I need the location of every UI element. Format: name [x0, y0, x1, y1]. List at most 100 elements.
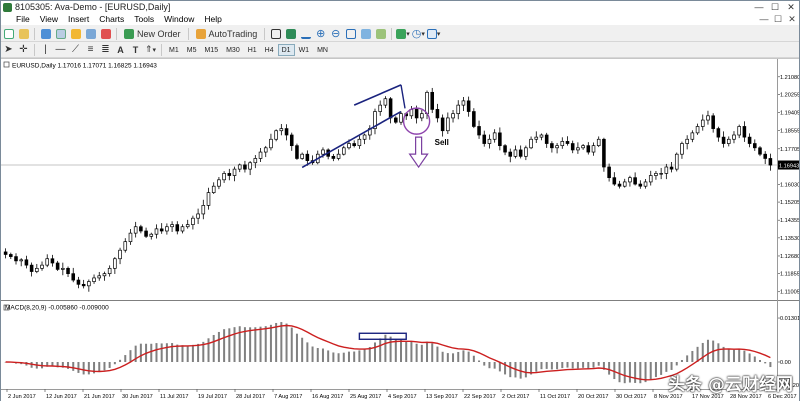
strategy-tester-button[interactable] [99, 27, 112, 40]
trendline-tool[interactable]: ⟋ [69, 43, 82, 56]
profiles-button[interactable] [17, 27, 30, 40]
timeframe-d1[interactable]: D1 [277, 43, 295, 56]
channel-icon: ≡ [87, 44, 94, 55]
close-button[interactable]: ✕ [783, 1, 799, 13]
price-tick-label: 1.19405 [780, 110, 799, 116]
market-watch-button[interactable] [39, 27, 52, 40]
horizontal-line-icon: — [55, 44, 66, 55]
horizontal-line-tool[interactable]: — [54, 43, 67, 56]
menu-window[interactable]: Window [159, 13, 199, 25]
arrows-tool[interactable]: ⇑ ▾ [144, 43, 157, 56]
text-tool[interactable]: A [114, 43, 127, 56]
menu-view[interactable]: View [35, 13, 63, 25]
timeframe-m15[interactable]: M15 [200, 44, 222, 56]
macd-bar [524, 362, 527, 378]
macd-bar [587, 362, 590, 369]
candle-body [425, 91, 429, 115]
candle-body [560, 141, 565, 147]
candle-body [498, 132, 502, 147]
minimize-button[interactable]: — [751, 1, 767, 13]
menu-help[interactable]: Help [199, 13, 226, 25]
autotrading-button[interactable]: AutoTrading [193, 27, 261, 40]
crosshair-tool[interactable]: ✛ [17, 43, 30, 56]
menu-insert[interactable]: Insert [63, 13, 94, 25]
macd-bar [119, 359, 122, 362]
menu-tools[interactable]: Tools [129, 13, 159, 25]
macd-bar [556, 362, 559, 370]
fibonacci-tool[interactable]: ≣ [99, 43, 112, 56]
candle-body [747, 136, 752, 144]
macd-bar [717, 343, 720, 362]
auto-scroll-icon [375, 28, 386, 39]
macd-bar [550, 362, 553, 370]
label-tool[interactable]: T [129, 43, 142, 56]
candle-body [477, 126, 481, 136]
macd-bar [332, 352, 335, 362]
timeframe-m1[interactable]: M1 [165, 44, 183, 56]
new-chart-button[interactable] [2, 27, 15, 40]
timeframe-m30[interactable]: M30 [222, 44, 244, 56]
channel-tool[interactable]: ≡ [84, 43, 97, 56]
candle-body [633, 177, 637, 185]
timeframe-m5[interactable]: M5 [183, 44, 201, 56]
chart-canvas[interactable]: EURUSD,Daily 1.17016 1.17071 1.16825 1.1… [1, 59, 800, 404]
candle-body [721, 136, 726, 144]
auto-scroll-button[interactable] [374, 27, 387, 40]
macd-bar [264, 326, 267, 362]
child-minimize-button[interactable]: — [757, 14, 771, 25]
macd-bar [649, 362, 652, 380]
vertical-line-tool[interactable]: | [39, 43, 52, 56]
line-chart-icon [300, 29, 311, 39]
candle-body [66, 267, 70, 275]
cursor-icon: ➤ [4, 44, 13, 55]
timeframe-h1[interactable]: H1 [244, 44, 261, 56]
indicators-button[interactable]: ▾ [396, 27, 410, 40]
data-window-button[interactable] [54, 27, 67, 40]
timeframe-h4[interactable]: H4 [261, 44, 278, 56]
timeframe-w1[interactable]: W1 [295, 44, 314, 56]
candlesticks-button[interactable] [284, 27, 297, 40]
candle-body [586, 145, 591, 153]
candle-body [550, 143, 554, 149]
candle-body [248, 162, 252, 170]
chart-shift-button[interactable] [359, 27, 372, 40]
macd-bar [576, 362, 579, 369]
candle-body [279, 128, 284, 132]
macd-bar [608, 362, 611, 375]
zoom-in-icon: ⊕ [316, 28, 326, 40]
chart-window[interactable]: EURUSD,Daily 1.17016 1.17071 1.16825 1.1… [1, 58, 800, 404]
child-restore-button[interactable]: ☐ [771, 14, 785, 25]
cursor-tool[interactable]: ➤ [2, 43, 15, 56]
strategy-tester-icon [100, 28, 111, 39]
macd-bar [129, 350, 132, 362]
text-icon: A [117, 44, 124, 55]
candle-body [565, 141, 570, 144]
macd-bar [249, 327, 252, 362]
bar-chart-button[interactable] [269, 27, 282, 40]
candle-body [81, 283, 86, 287]
new-order-button[interactable]: New Order [121, 27, 184, 40]
menu-file[interactable]: File [11, 13, 35, 25]
zoom-in-button[interactable]: ⊕ [314, 27, 327, 40]
price-tick-label: 1.20255 [780, 92, 799, 98]
line-chart-button[interactable] [299, 27, 312, 40]
candle-body [753, 143, 757, 149]
candle-body [55, 262, 60, 270]
terminal-button[interactable] [84, 27, 97, 40]
periods-button[interactable]: ◷ ▾ [412, 27, 425, 40]
tile-windows-button[interactable] [344, 27, 357, 40]
templates-button[interactable]: ▾ [426, 27, 440, 40]
zoom-out-button[interactable]: ⊖ [329, 27, 342, 40]
macd-bar [275, 322, 278, 362]
navigator-button[interactable] [69, 27, 82, 40]
menu-charts[interactable]: Charts [94, 13, 129, 25]
macd-bar [509, 362, 512, 378]
macd-bar [743, 350, 746, 362]
candle-body [284, 128, 289, 136]
child-close-button[interactable]: ✕ [785, 14, 799, 25]
candle-body [742, 126, 747, 138]
maximize-button[interactable]: ☐ [767, 1, 783, 13]
price-panel-header: EURUSD,Daily 1.17016 1.17071 1.16825 1.1… [12, 63, 157, 70]
macd-bar [597, 362, 600, 366]
timeframe-mn[interactable]: MN [313, 44, 332, 56]
